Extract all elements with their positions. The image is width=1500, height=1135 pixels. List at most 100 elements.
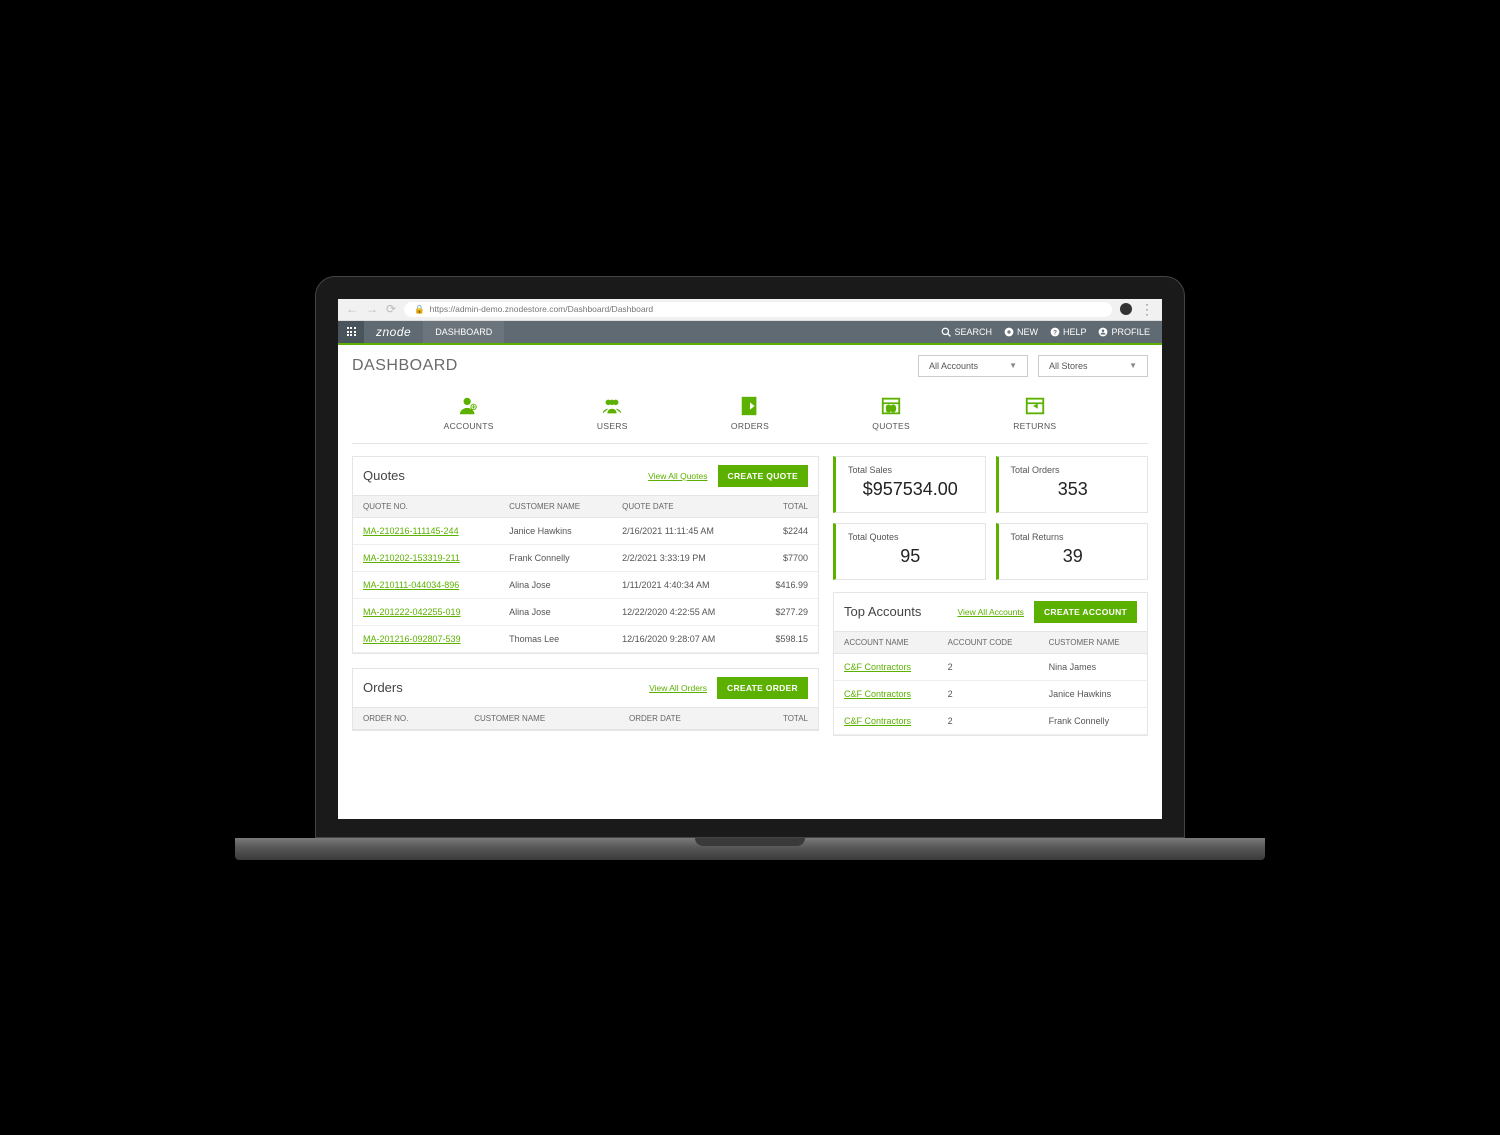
breadcrumb[interactable]: DASHBOARD [423, 321, 504, 343]
table-row: C&F Contractors2Nina James [834, 653, 1147, 680]
returns-icon [1021, 395, 1049, 417]
address-bar[interactable]: 🔒 https://admin-demo.znodestore.com/Dash… [404, 302, 1112, 317]
laptop-frame: ← → ⟳ 🔒 https://admin-demo.znodestore.co… [315, 276, 1185, 860]
view-all-orders-link[interactable]: View All Orders [649, 683, 707, 693]
tab-accounts[interactable]: ACCOUNTS [444, 395, 494, 431]
orders-table: ORDER NO. CUSTOMER NAME ORDER DATE TOTAL [353, 707, 818, 730]
cell-customer: Nina James [1039, 653, 1147, 680]
view-all-quotes-link[interactable]: View All Quotes [648, 471, 707, 481]
tab-quotes[interactable]: 99 QUOTES [872, 395, 910, 431]
account-link[interactable]: C&F Contractors [834, 653, 938, 680]
stat-total-sales: Total Sales $957534.00 [833, 456, 986, 513]
search-button[interactable]: SEARCH [941, 327, 992, 337]
cell-customer: Janice Hawkins [1039, 680, 1147, 707]
cell-code: 2 [938, 707, 1039, 734]
profile-button[interactable]: PROFILE [1098, 327, 1150, 337]
quotes-table: QUOTE NO. CUSTOMER NAME QUOTE DATE TOTAL… [353, 495, 818, 653]
nav-tabs: ACCOUNTS USERS ORDERS 99 QUOTES RETURNS [352, 387, 1148, 444]
table-row: C&F Contractors2Janice Hawkins [834, 680, 1147, 707]
th-customer: CUSTOMER NAME [1039, 631, 1147, 653]
lock-icon: 🔒 [414, 304, 425, 315]
table-row: MA-210111-044034-896Alina Jose1/11/2021 … [353, 571, 818, 598]
browser-menu-icon[interactable]: ⋮ [1140, 302, 1154, 316]
browser-bar: ← → ⟳ 🔒 https://admin-demo.znodestore.co… [338, 299, 1162, 321]
quotes-title: Quotes [363, 468, 405, 483]
account-link[interactable]: C&F Contractors [834, 680, 938, 707]
nav-back-icon[interactable]: ← [346, 302, 358, 316]
content: Quotes View All Quotes CREATE QUOTE QUOT… [338, 444, 1162, 819]
cell-total: $7700 [753, 544, 818, 571]
url-text: https://admin-demo.znodestore.com/Dashbo… [430, 304, 653, 314]
quote-link[interactable]: MA-210202-153319-211 [353, 544, 499, 571]
stat-total-quotes: Total Quotes 95 [833, 523, 986, 580]
stats-grid: Total Sales $957534.00 Total Orders 353 … [833, 456, 1148, 580]
quote-link[interactable]: MA-201222-042255-019 [353, 598, 499, 625]
cell-date: 1/11/2021 4:40:34 AM [612, 571, 753, 598]
help-button[interactable]: ? HELP [1050, 327, 1087, 337]
quote-link[interactable]: MA-201216-092807-539 [353, 625, 499, 652]
cell-customer: Alina Jose [499, 571, 612, 598]
quotes-icon: 99 [877, 395, 905, 417]
svg-text:?: ? [1053, 329, 1057, 336]
new-button[interactable]: NEW [1004, 327, 1038, 337]
cell-date: 2/16/2021 11:11:45 AM [612, 517, 753, 544]
stores-filter[interactable]: All Stores ▼ [1038, 355, 1148, 377]
th-account-name: ACCOUNT NAME [834, 631, 938, 653]
tab-users[interactable]: USERS [597, 395, 628, 431]
table-row: MA-201216-092807-539Thomas Lee12/16/2020… [353, 625, 818, 652]
caret-down-icon: ▼ [1009, 361, 1017, 370]
search-icon [941, 327, 951, 337]
quote-link[interactable]: MA-210216-111145-244 [353, 517, 499, 544]
stat-total-orders: Total Orders 353 [996, 456, 1149, 513]
nav-reload-icon[interactable]: ⟳ [386, 302, 396, 316]
view-all-accounts-link[interactable]: View All Accounts [957, 607, 1023, 617]
screen-bezel: ← → ⟳ 🔒 https://admin-demo.znodestore.co… [315, 276, 1185, 838]
th-customer: CUSTOMER NAME [499, 495, 612, 517]
title-row: DASHBOARD All Accounts ▼ All Stores ▼ [338, 345, 1162, 387]
app-topbar: znode DASHBOARD SEARCH NEW ? HELP [338, 321, 1162, 345]
orders-title: Orders [363, 680, 403, 695]
orders-icon [736, 395, 764, 417]
cell-date: 12/16/2020 9:28:07 AM [612, 625, 753, 652]
cell-date: 2/2/2021 3:33:19 PM [612, 544, 753, 571]
cell-date: 12/22/2020 4:22:55 AM [612, 598, 753, 625]
profile-icon [1098, 327, 1108, 337]
cell-customer: Frank Connelly [499, 544, 612, 571]
cell-code: 2 [938, 680, 1039, 707]
right-column: Total Sales $957534.00 Total Orders 353 … [833, 456, 1148, 807]
tab-returns[interactable]: RETURNS [1013, 395, 1056, 431]
browser-profile-icon[interactable] [1120, 303, 1132, 315]
help-icon: ? [1050, 327, 1060, 337]
tab-orders[interactable]: ORDERS [731, 395, 769, 431]
th-total: TOTAL [753, 495, 818, 517]
create-quote-button[interactable]: CREATE QUOTE [718, 465, 809, 487]
accounts-icon [455, 395, 483, 417]
cell-total: $277.29 [753, 598, 818, 625]
screen: ← → ⟳ 🔒 https://admin-demo.znodestore.co… [338, 299, 1162, 819]
create-account-button[interactable]: CREATE ACCOUNT [1034, 601, 1137, 623]
stat-total-returns: Total Returns 39 [996, 523, 1149, 580]
cell-customer: Thomas Lee [499, 625, 612, 652]
cell-total: $598.15 [753, 625, 818, 652]
svg-text:99: 99 [887, 404, 897, 413]
account-link[interactable]: C&F Contractors [834, 707, 938, 734]
table-row: MA-201222-042255-019Alina Jose12/22/2020… [353, 598, 818, 625]
orders-panel: Orders View All Orders CREATE ORDER ORDE… [352, 668, 819, 731]
accounts-filter[interactable]: All Accounts ▼ [918, 355, 1028, 377]
quote-link[interactable]: MA-210111-044034-896 [353, 571, 499, 598]
logo: znode [364, 325, 423, 339]
cell-total: $416.99 [753, 571, 818, 598]
left-column: Quotes View All Quotes CREATE QUOTE QUOT… [352, 456, 819, 807]
plus-circle-icon [1004, 327, 1014, 337]
app-grid-button[interactable] [338, 321, 364, 343]
cell-code: 2 [938, 653, 1039, 680]
create-order-button[interactable]: CREATE ORDER [717, 677, 808, 699]
th-total: TOTAL [741, 707, 818, 729]
cell-total: $2244 [753, 517, 818, 544]
nav-forward-icon[interactable]: → [366, 302, 378, 316]
cell-customer: Alina Jose [499, 598, 612, 625]
grid-icon [347, 327, 356, 336]
laptop-base [235, 838, 1265, 860]
table-row: MA-210216-111145-244Janice Hawkins2/16/2… [353, 517, 818, 544]
th-customer: CUSTOMER NAME [464, 707, 619, 729]
